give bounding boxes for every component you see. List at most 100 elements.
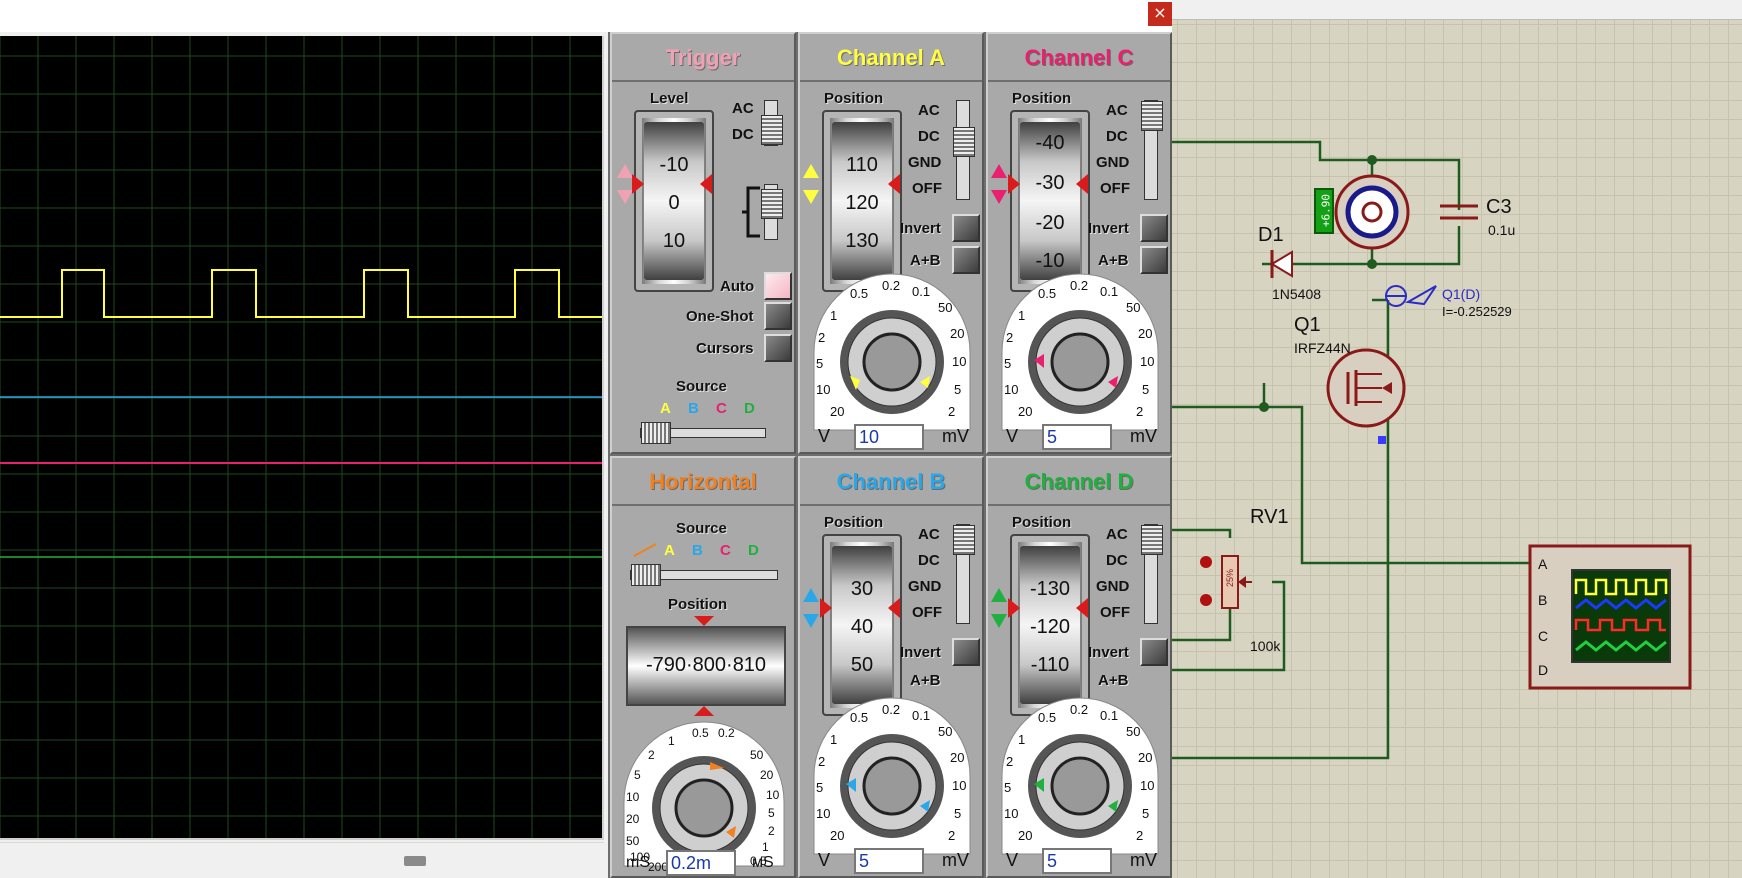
volts-unit: V bbox=[818, 850, 831, 870]
dial-tick: 10 bbox=[626, 790, 640, 804]
channel-a-volts-knob[interactable]: 0.5 0.2 0.1 1 50 2 20 5 10 10 5 20 2 bbox=[810, 270, 974, 434]
dc-label: DC bbox=[918, 128, 940, 145]
channel-c-volts-value[interactable]: 5 bbox=[1042, 424, 1112, 450]
channel-c-position-drum[interactable]: -40 -30 -20 -10 bbox=[1010, 110, 1090, 292]
trigger-level-drum[interactable]: -10 0 10 bbox=[634, 110, 714, 292]
source-b: B bbox=[688, 400, 699, 417]
drum-value: -40 bbox=[1035, 132, 1065, 154]
channel-a-coupling-slider[interactable] bbox=[953, 100, 975, 200]
channel-c-volts-knob[interactable]: 0.5 0.2 0.1 1 50 2 20 5 10 10 5 20 2 bbox=[998, 270, 1162, 434]
dial-tick: 5 bbox=[634, 768, 641, 782]
dial-tick: 2 bbox=[648, 748, 655, 762]
channel-b-volts-value[interactable]: 5 bbox=[854, 848, 924, 874]
channel-c-coupling-slider[interactable] bbox=[1141, 100, 1163, 200]
drum-value: 110 bbox=[846, 154, 878, 176]
position-marker-icon bbox=[1076, 174, 1088, 194]
aplusb-label: A+B bbox=[910, 672, 941, 689]
channel-b-title: Channel B bbox=[800, 458, 982, 506]
dial-tick: 2 bbox=[818, 330, 826, 345]
position-updown-arrows[interactable] bbox=[802, 164, 820, 204]
dial-tick: 20 bbox=[950, 326, 965, 341]
channel-d-title: Channel D bbox=[988, 458, 1170, 506]
slider-thumb[interactable] bbox=[1141, 101, 1163, 131]
channel-a-volts-value[interactable]: 10 bbox=[854, 424, 924, 450]
drum-value: -110 bbox=[1030, 654, 1070, 676]
channel-d-volts-value[interactable]: 5 bbox=[1042, 848, 1112, 874]
millivolts-unit: mV bbox=[1130, 426, 1157, 446]
invert-label: Invert bbox=[900, 644, 941, 661]
channel-b-volts-knob[interactable]: 0.5 0.2 0.1 1 50 2 20 5 10 10 5 20 2 bbox=[810, 694, 974, 858]
slider-thumb[interactable] bbox=[631, 564, 661, 586]
close-button[interactable]: × bbox=[1148, 2, 1172, 26]
rv1-percent: 25% bbox=[1225, 568, 1235, 587]
gnd-label: GND bbox=[1096, 578, 1130, 595]
drum-value: 810 bbox=[732, 654, 767, 676]
ms-unit: mS bbox=[626, 854, 650, 871]
dial-tick: 1 bbox=[830, 732, 838, 747]
position-updown-arrows[interactable] bbox=[990, 588, 1008, 628]
ac-label: AC bbox=[1106, 102, 1128, 119]
trigger-dc-label: DC bbox=[732, 126, 754, 143]
auto-button[interactable] bbox=[764, 272, 792, 300]
horizontal-scrollbar[interactable] bbox=[0, 842, 604, 878]
dial-tick: 50 bbox=[1126, 724, 1141, 739]
dial-tick: 2 bbox=[1136, 828, 1144, 843]
mosfet-q1-icon bbox=[1326, 348, 1406, 428]
dc-label: DC bbox=[918, 552, 940, 569]
trigger-source-slider[interactable] bbox=[640, 422, 766, 444]
channel-d-position-drum[interactable]: -130 -120 -110 bbox=[1010, 534, 1090, 716]
cursors-button[interactable] bbox=[764, 334, 792, 362]
channel-b-position-drum[interactable]: 30 40 50 bbox=[822, 534, 902, 716]
probe-value: I=-0.252529 bbox=[1442, 304, 1512, 319]
horizontal-source-slider[interactable] bbox=[630, 564, 778, 586]
level-label: Level bbox=[650, 90, 689, 107]
slider-thumb[interactable] bbox=[1141, 525, 1163, 555]
channel-d-volts-knob[interactable]: 0.5 0.2 0.1 1 50 2 20 5 10 10 5 20 2 bbox=[998, 694, 1162, 858]
dial-tick: 5 bbox=[1004, 780, 1012, 795]
schematic-canvas[interactable]: +6.90 C3 0.1u D1 1N5408 Q1 IRFZ44N Q1(D)… bbox=[1172, 0, 1742, 878]
channel-b-coupling-slider[interactable] bbox=[953, 524, 975, 624]
dial-tick: 10 bbox=[1004, 382, 1019, 397]
channel-b-section: Channel B Position 30 40 50 AC DC GND OF… bbox=[798, 456, 984, 878]
probe-label: Q1(D) bbox=[1442, 286, 1481, 302]
position-updown-arrows[interactable] bbox=[802, 588, 820, 628]
dial-tick: 0.2 bbox=[718, 726, 735, 740]
dial-tick: 2 bbox=[768, 824, 775, 838]
us-unit: мS bbox=[752, 854, 774, 871]
scrollbar-thumb[interactable] bbox=[404, 856, 426, 866]
dial-tick: 2 bbox=[1006, 330, 1014, 345]
slider-thumb[interactable] bbox=[761, 115, 783, 145]
position-marker-left-icon bbox=[1008, 598, 1020, 618]
channel-d-invert-button[interactable] bbox=[1140, 638, 1168, 666]
drum-value: 800 bbox=[692, 654, 727, 676]
dial-tick: 10 bbox=[766, 788, 780, 802]
drum-value: -30 bbox=[1035, 172, 1065, 194]
trigger-section: Trigger Level -10 0 10 AC DC Auto One-Sh… bbox=[610, 32, 796, 454]
channel-b-invert-button[interactable] bbox=[952, 638, 980, 666]
horizontal-time-value[interactable]: 0.2m bbox=[666, 850, 736, 876]
one-shot-button[interactable] bbox=[764, 302, 792, 330]
slider-thumb[interactable] bbox=[953, 525, 975, 555]
channel-d-coupling-slider[interactable] bbox=[1141, 524, 1163, 624]
aplusb-label: A+B bbox=[1098, 672, 1129, 689]
position-updown-arrows[interactable] bbox=[990, 164, 1008, 204]
trigger-coupling-slider[interactable] bbox=[761, 100, 783, 146]
source-a: A bbox=[660, 400, 671, 417]
slider-thumb[interactable] bbox=[953, 127, 975, 157]
trigger-edge-slider[interactable] bbox=[761, 184, 783, 240]
horizontal-position-label: Position bbox=[668, 596, 728, 613]
dial-tick: 20 bbox=[760, 768, 774, 782]
slider-thumb[interactable] bbox=[641, 422, 671, 444]
ac-label: AC bbox=[918, 102, 940, 119]
source-b: B bbox=[692, 542, 703, 559]
dial-tick: 5 bbox=[1142, 806, 1150, 821]
selection-handle bbox=[1378, 436, 1386, 444]
channel-d-section: Channel D Position -130 -120 -110 AC DC … bbox=[986, 456, 1172, 878]
channel-a-position-drum[interactable]: 110 120 130 bbox=[822, 110, 902, 292]
dial-tick: 10 bbox=[952, 778, 967, 793]
channel-c-invert-button[interactable] bbox=[1140, 214, 1168, 242]
horizontal-title: Horizontal bbox=[612, 458, 794, 506]
slider-thumb[interactable] bbox=[761, 189, 783, 219]
dc-label: DC bbox=[1106, 128, 1128, 145]
channel-a-invert-button[interactable] bbox=[952, 214, 980, 242]
